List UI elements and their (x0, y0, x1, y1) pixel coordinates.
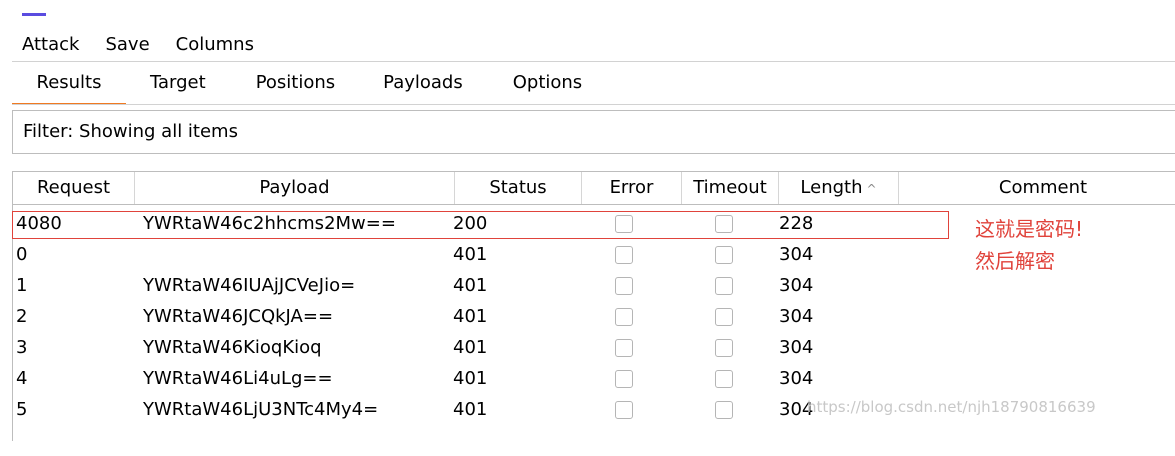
timeout-checkbox[interactable] (715, 308, 733, 326)
cell-request: 1 (16, 275, 28, 296)
cell-status: 401 (453, 306, 488, 327)
table-row[interactable]: 2 YWRtaW46JCQkJA== 401 304 (12, 302, 1175, 332)
column-header-status[interactable]: Status (455, 172, 582, 204)
cell-length: 304 (779, 275, 814, 296)
menu-columns[interactable]: Columns (176, 34, 254, 56)
cell-length: 304 (779, 337, 814, 358)
cell-payload: YWRtaW46JCQkJA== (143, 306, 334, 327)
column-header-length[interactable]: Length ^ (779, 172, 899, 204)
column-header-timeout[interactable]: Timeout (682, 172, 779, 204)
cell-payload: YWRtaW46IUAjJCVeJio= (143, 275, 356, 296)
cell-status: 401 (453, 368, 488, 389)
cell-payload: YWRtaW46KioqKioq (143, 337, 322, 358)
watermark: https://blog.csdn.net/njh18790816639 (807, 398, 1096, 416)
timeout-checkbox[interactable] (715, 339, 733, 357)
tab-divider (12, 104, 1175, 105)
timeout-checkbox[interactable] (715, 401, 733, 419)
cell-request: 3 (16, 337, 28, 358)
column-header-error[interactable]: Error (582, 172, 682, 204)
cell-length: 304 (779, 244, 814, 265)
cell-status: 401 (453, 244, 488, 265)
cell-request: 2 (16, 306, 28, 327)
highlight-box (12, 211, 949, 239)
error-checkbox[interactable] (615, 246, 633, 264)
timeout-checkbox[interactable] (715, 277, 733, 295)
error-checkbox[interactable] (615, 370, 633, 388)
cell-request: 0 (16, 244, 28, 265)
tab-results[interactable]: Results (12, 62, 126, 105)
cell-length: 304 (779, 368, 814, 389)
tab-positions[interactable]: Positions (206, 62, 335, 104)
error-checkbox[interactable] (615, 277, 633, 295)
column-header-payload[interactable]: Payload (135, 172, 455, 204)
sort-ascending-icon: ^ (866, 182, 877, 196)
timeout-checkbox[interactable] (715, 246, 733, 264)
cell-status: 401 (453, 337, 488, 358)
cell-request: 5 (16, 399, 28, 420)
cell-status: 401 (453, 399, 488, 420)
filter-bar[interactable]: Filter: Showing all items (12, 110, 1175, 154)
cell-payload: YWRtaW46Li4uLg== (143, 368, 333, 389)
tab-options[interactable]: Options (463, 62, 582, 104)
cell-request: 4 (16, 368, 28, 389)
menu-save[interactable]: Save (105, 34, 149, 56)
column-header-length-label: Length (800, 177, 863, 198)
annotation-line-2: 然后解密 (975, 249, 1055, 273)
timeout-checkbox[interactable] (715, 370, 733, 388)
tab-payloads[interactable]: Payloads (335, 62, 463, 104)
menu-attack[interactable]: Attack (22, 34, 79, 56)
cell-payload: YWRtaW46LjU3NTc4My4= (143, 399, 379, 420)
annotation-text: 这就是密码! 然后解密 (975, 213, 1083, 277)
tab-target[interactable]: Target (126, 62, 206, 104)
menu-bar: Attack Save Columns (22, 34, 254, 56)
table-row[interactable]: 4 YWRtaW46Li4uLg== 401 304 (12, 364, 1175, 394)
error-checkbox[interactable] (615, 308, 633, 326)
cell-length: 304 (779, 306, 814, 327)
error-checkbox[interactable] (615, 339, 633, 357)
table-header: Request Payload Status Error Timeout Len… (12, 171, 1175, 205)
error-checkbox[interactable] (615, 401, 633, 419)
tab-bar: Results Target Positions Payloads Option… (12, 62, 582, 105)
column-header-comment[interactable]: Comment (899, 172, 1175, 204)
table-row[interactable]: 3 YWRtaW46KioqKioq 401 304 (12, 333, 1175, 363)
column-header-request[interactable]: Request (12, 172, 135, 204)
annotation-line-1: 这就是密码! (975, 217, 1084, 241)
cell-status: 401 (453, 275, 488, 296)
app-accent-bar (22, 13, 46, 16)
